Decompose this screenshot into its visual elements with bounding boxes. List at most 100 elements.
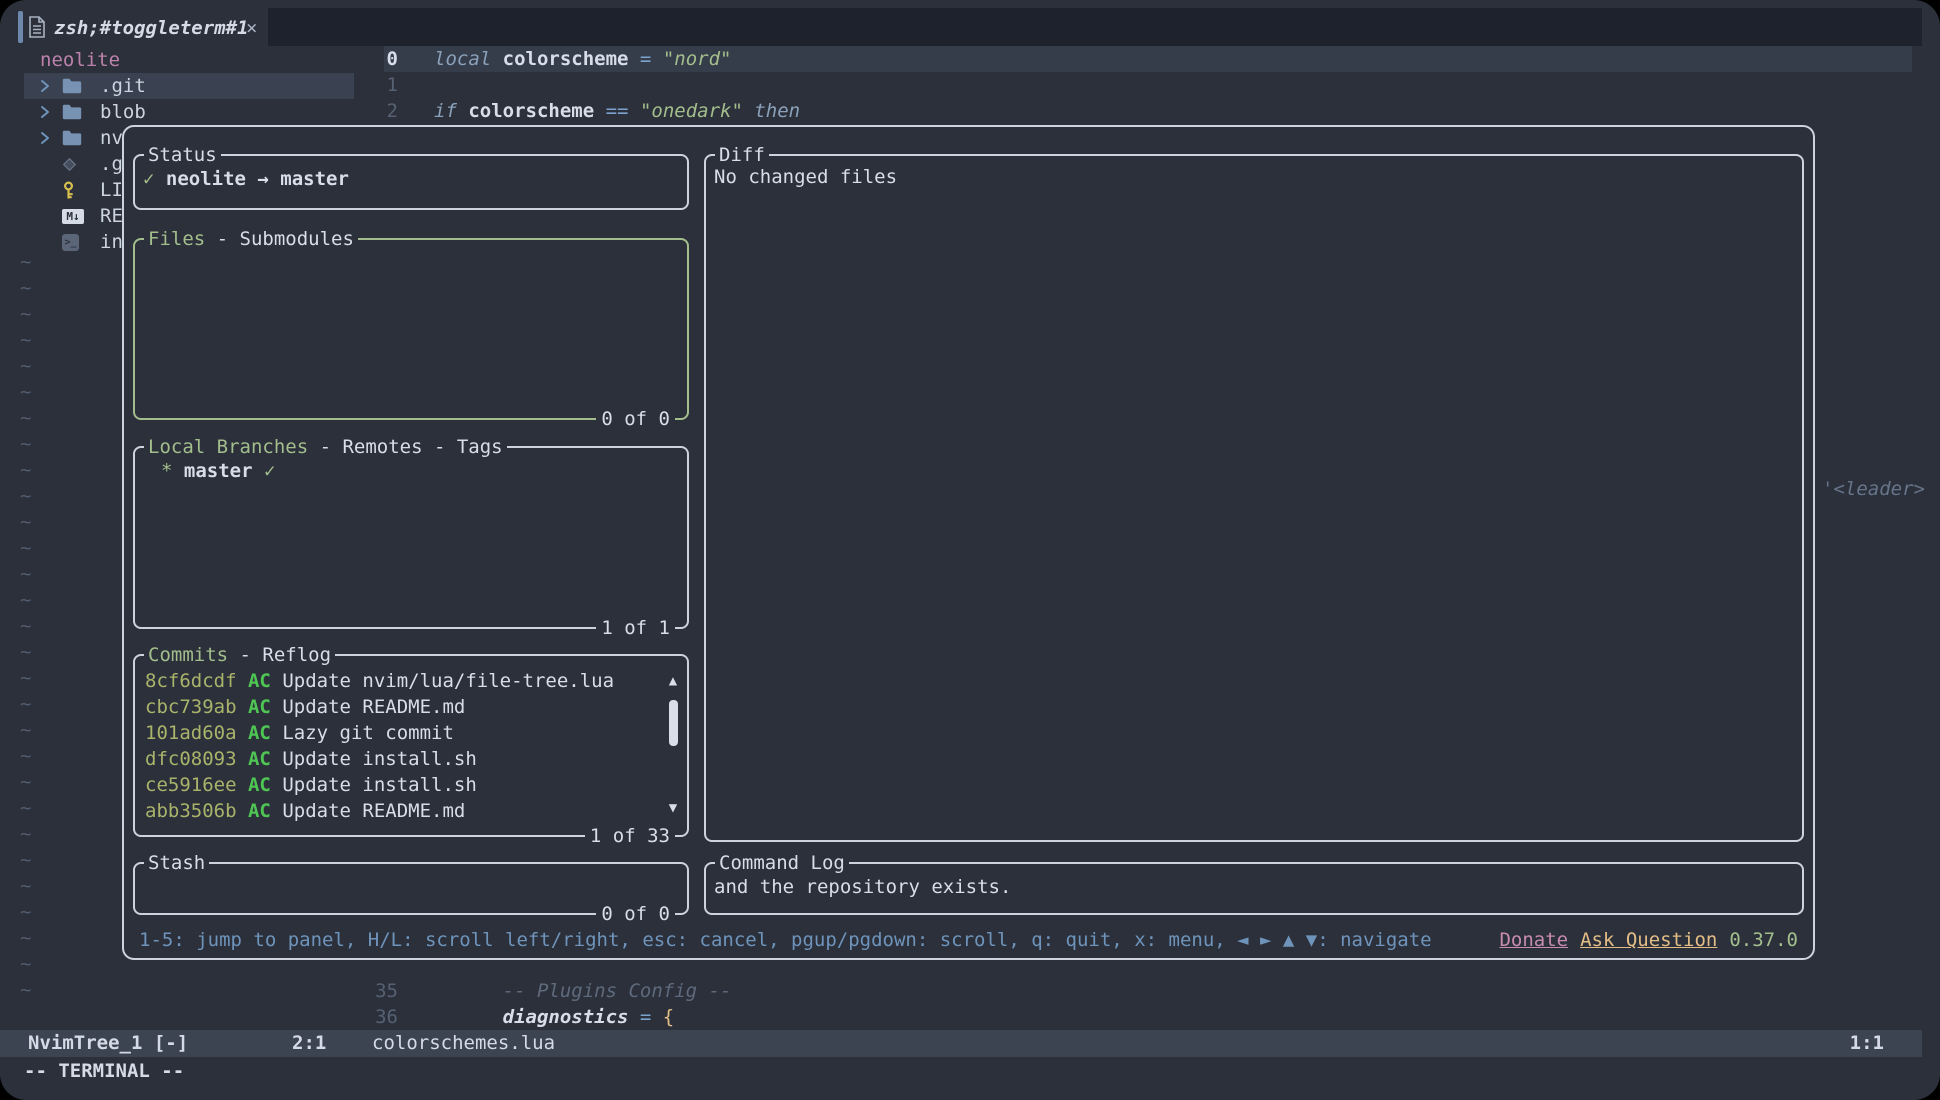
tilde-empty-line: ~ [20,327,31,353]
statusline-cursor-left: 2:1 [292,1030,326,1057]
commit-hash: abb3506b [145,800,237,822]
branches-panel[interactable]: Local Branches - Remotes - Tags * master… [133,446,689,629]
keybindings-text: 1-5: jump to panel, H/L: scroll left/rig… [139,927,1432,953]
lazygit-version: 0.37.0 [1729,929,1798,951]
statusline-buffer-name: NvimTree_1 [-] [28,1030,188,1057]
diff-panel[interactable]: Diff No changed files [704,154,1804,842]
folder-icon [62,104,88,120]
tree-item-git[interactable]: .git [24,73,354,99]
scrollbar-thumb[interactable] [669,700,678,746]
files-panel-title: Files - Submodules [144,226,358,252]
commit-message: Update README.md [282,696,465,718]
tilde-empty-line: ~ [20,925,31,951]
tilde-empty-line: ~ [20,483,31,509]
tree-item-label: blob [100,99,146,125]
tilde-empty-line: ~ [20,431,31,457]
statusline: NvimTree_1 [-] 2:1 colorschemes.lua 1:1 [0,1030,1922,1057]
branches-panel-title: Local Branches - Remotes - Tags [144,434,507,460]
editor-line: 2if colorscheme == "onedark" then [340,98,1912,124]
status-panel-title: Status [144,142,221,168]
filetree-root[interactable]: neolite [40,47,120,73]
tilde-empty-line: ~ [20,535,31,561]
status-panel[interactable]: Status ✓ neolite → master [133,154,689,210]
line-number: 35 [340,978,398,1004]
tilde-empty-line: ~ [20,613,31,639]
editor-line: 35 -- Plugins Config -- [340,978,1912,1004]
current-branch-star: * [161,460,172,482]
commit-message: Update install.sh [282,748,476,770]
line-text: if colorscheme == "onedark" then [416,98,800,124]
tilde-empty-line: ~ [20,847,31,873]
command-log-content: and the repository exists. [714,874,1011,900]
stash-count: 0 of 0 [596,901,675,927]
document-icon [28,16,46,38]
statusline-filename: colorschemes.lua [372,1030,555,1057]
commits-panel[interactable]: Commits - Reflog 8cf6dcdf AC Update nvim… [133,654,689,837]
editor-line: 0local colorscheme = "nord" [340,46,1912,72]
line-text: diagnostics = { [416,1004,674,1030]
tilde-empty-line: ~ [20,691,31,717]
chevron-right-icon [40,104,62,120]
statusline-cursor-right: 1:1 [1850,1030,1884,1057]
tilde-empty-line: ~ [20,873,31,899]
git-file-icon [62,157,88,172]
tilde-empty-line: ~ [20,743,31,769]
scroll-down-icon[interactable]: ▼ [665,795,681,821]
editor-line: 36 diagnostics = { [340,1004,1912,1030]
tilde-empty-line: ~ [20,379,31,405]
tilde-empty-line: ~ [20,951,31,977]
commits-panel-title: Commits - Reflog [144,642,335,668]
line-number: 36 [340,1004,398,1030]
tilde-empty-line: ~ [20,457,31,483]
commit-hash: dfc08093 [145,748,237,770]
folder-icon [62,78,88,94]
donate-link[interactable]: Donate [1499,929,1568,951]
tilde-empty-line: ~ [20,899,31,925]
tilde-empty-line: ~ [20,301,31,327]
tilde-empty-line: ~ [20,639,31,665]
diff-content: No changed files [714,164,897,190]
branch-row[interactable]: * master ✓ [161,458,275,484]
commit-author-badge: AC [248,800,271,822]
tilde-empty-line: ~ [20,821,31,847]
commits-scrollbar[interactable]: ▲ ▼ [665,668,681,821]
stash-panel-title: Stash [144,850,209,876]
tilde-empty-line: ~ [20,795,31,821]
commit-author-badge: AC [248,696,271,718]
commit-row[interactable]: ce5916ee AC Update install.sh [145,772,657,798]
files-panel[interactable]: Files - Submodules 0 of 0 [133,238,689,420]
line-text: -- Plugins Config -- [416,978,731,1004]
scroll-up-icon[interactable]: ▲ [665,668,681,694]
tabline-background [268,8,1922,46]
tab-terminal[interactable]: zsh;#toggleterm#1 [54,15,248,41]
commit-message: Lazy git commit [282,722,454,744]
commit-row[interactable]: abb3506b AC Update README.md [145,798,657,824]
commit-author-badge: AC [248,670,271,692]
commit-author-badge: AC [248,722,271,744]
lazygit-keybindings-bar: 1-5: jump to panel, H/L: scroll left/rig… [139,927,1798,953]
command-log-panel[interactable]: Command Log and the repository exists. [704,862,1804,915]
commit-row[interactable]: 8cf6dcdf AC Update nvim/lua/file-tree.lu… [145,668,657,694]
commit-row[interactable]: dfc08093 AC Update install.sh [145,746,657,772]
commit-row[interactable]: 101ad60a AC Lazy git commit [145,720,657,746]
commit-hash: cbc739ab [145,696,237,718]
tilde-empty-line: ~ [20,665,31,691]
stash-panel[interactable]: Stash 0 of 0 [133,862,689,915]
terminal-file-icon: >_ [62,234,88,251]
vim-mode-indicator: -- TERMINAL -- [24,1058,184,1084]
commit-message: Update nvim/lua/file-tree.lua [282,670,614,692]
ask-question-link[interactable]: Ask Question [1580,929,1717,951]
tab-close-icon[interactable]: × [246,15,257,41]
branches-count: 1 of 1 [596,615,675,641]
tilde-empty-line: ~ [20,509,31,535]
markdown-icon: M↓ [62,209,88,224]
tilde-empty-line: ~ [20,717,31,743]
line-text: local colorscheme = "nord" [416,46,731,72]
tilde-empty-line: ~ [20,769,31,795]
files-count: 0 of 0 [596,406,675,432]
tree-item-blob[interactable]: blob [24,99,354,125]
active-tab-indicator [18,11,23,43]
commit-row[interactable]: cbc739ab AC Update README.md [145,694,657,720]
line-number: 1 [340,72,398,98]
commit-message: Update README.md [282,800,465,822]
